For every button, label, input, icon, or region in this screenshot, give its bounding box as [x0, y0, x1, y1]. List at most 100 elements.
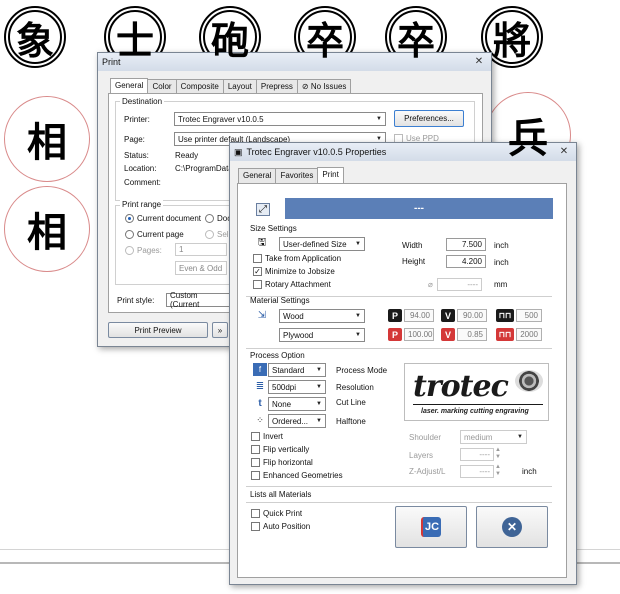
layers-spin-icon[interactable]: ▲ ▼ [495, 447, 501, 461]
power-value-2[interactable]: 100.00 [404, 328, 434, 341]
chess-piece-character: 相 [27, 209, 67, 256]
tab-general[interactable]: General [110, 78, 149, 94]
tab-no-issues-label: No Issues [310, 82, 347, 91]
cutline-label: Cut Line [336, 398, 366, 407]
current-page-radio[interactable] [125, 230, 134, 239]
auto-position-checkbox[interactable] [251, 522, 260, 531]
invert-checkbox[interactable] [251, 432, 260, 441]
halftone-select[interactable]: Ordered... ▼ [268, 414, 326, 428]
printer-select[interactable]: Trotec Engraver v10.0.5 ▼ [174, 112, 386, 126]
diameter-input[interactable]: ---- [437, 278, 482, 291]
chevron-down-icon: ▼ [355, 332, 361, 338]
current-document-label: Current document [137, 214, 202, 223]
layers-label: Layers [409, 451, 434, 460]
shoulder-label: Shoulder [409, 433, 442, 442]
process-option-label: Process Option [250, 351, 305, 360]
zadjust-spin-icon[interactable]: ▲ ▼ [495, 464, 501, 478]
close-icon[interactable]: ✕ [556, 146, 572, 158]
halftone-icon: ⁘ [256, 415, 264, 425]
print-preview-arrow-button[interactable]: » [212, 322, 228, 338]
printer-icon: ▣ [234, 146, 243, 157]
zadjust-unit: inch [522, 467, 537, 476]
pages-radio[interactable] [125, 246, 134, 255]
power-value[interactable]: 94.00 [404, 309, 434, 322]
job-icon: ⤢ [256, 203, 270, 216]
velocity-icon: V [441, 309, 455, 322]
chevron-down-icon: ▼ [316, 384, 322, 390]
quick-print-checkbox[interactable] [251, 509, 260, 518]
frequency-icon-red: ⊓⊓ [496, 328, 514, 341]
cutline-select[interactable]: None ▼ [268, 397, 326, 411]
diameter-unit: mm [494, 280, 508, 289]
enhanced-geometries-label: Enhanced Geometries [263, 471, 343, 480]
process-mode-value: Standard [272, 365, 305, 375]
material-group-value: Wood [283, 311, 304, 321]
velocity-value[interactable]: 90.00 [457, 309, 487, 322]
chess-piece: 象 [4, 6, 66, 68]
no-issues-icon: ⊘ [301, 82, 311, 91]
pages-input[interactable]: 1 [175, 243, 227, 256]
shoulder-value: medium [464, 432, 493, 442]
chevron-down-icon: ▼ [355, 313, 361, 319]
print-preview-button[interactable]: Print Preview [108, 322, 208, 338]
lists-section-top [246, 486, 552, 487]
shoulder-select[interactable]: medium ▼ [460, 430, 527, 444]
material-group-select[interactable]: Wood ▼ [279, 309, 365, 323]
enhanced-geometries-checkbox[interactable] [251, 471, 260, 480]
current-page-label: Current page [137, 230, 184, 239]
selection-radio[interactable] [205, 230, 214, 239]
even-odd-select[interactable]: Even & Odd [175, 261, 227, 275]
layers-input[interactable]: ---- [460, 448, 494, 461]
process-mode-select[interactable]: Standard ▼ [268, 363, 326, 377]
trotec-logo-tagline: laser. marking cutting engraving [421, 408, 529, 415]
flip-horizontal-checkbox[interactable] [251, 458, 260, 467]
tab-print[interactable]: Print [317, 167, 344, 183]
width-unit: inch [494, 241, 509, 250]
cancel-button[interactable]: ✕ [476, 506, 548, 548]
status-value: Ready [175, 151, 199, 160]
current-document-radio[interactable] [125, 214, 134, 223]
comment-label: Comment: [124, 178, 161, 187]
material-settings-label: Material Settings [250, 296, 310, 305]
chevron-down-icon: ▼ [517, 434, 523, 440]
chess-piece-character: 兵 [508, 115, 548, 162]
tab-general[interactable]: General [238, 168, 277, 184]
frequency-value[interactable]: 500 [516, 309, 542, 322]
flip-vertically-checkbox[interactable] [251, 445, 260, 454]
rotary-attachment-checkbox[interactable] [253, 280, 262, 289]
page-label: Page: [124, 135, 145, 144]
chess-piece-character: 卒 [305, 17, 344, 63]
documents-radio[interactable] [205, 214, 214, 223]
job-control-button[interactable]: JC [395, 506, 467, 548]
width-label: Width [402, 241, 423, 250]
width-input[interactable]: 7.500 [446, 238, 486, 251]
arrow-right-icon: » [217, 325, 223, 335]
cutline-value: None [272, 399, 292, 409]
tab-favorites[interactable]: Favorites [275, 168, 319, 184]
size-mode-select[interactable]: User-defined Size ▼ [279, 237, 365, 251]
process-mode-icon: f [253, 363, 267, 376]
minimize-to-jobsize-checkbox[interactable]: ✓ [253, 267, 262, 276]
printer-value: Trotec Engraver v10.0.5 [178, 114, 264, 124]
frequency-value-2[interactable]: 2000 [516, 328, 542, 341]
preferences-button[interactable]: Preferences... [394, 110, 464, 127]
take-from-application-checkbox[interactable] [253, 254, 262, 263]
material-name-select[interactable]: Plywood ▼ [279, 328, 365, 342]
print-range-label: Print range [120, 200, 164, 209]
chevron-down-icon: ▼ [316, 418, 322, 424]
velocity-value-2[interactable]: 0.85 [457, 328, 487, 341]
trotec-logo: trotec laser. marking cutting engraving [404, 363, 549, 421]
job-name-bar: --- [285, 198, 553, 219]
close-icon[interactable]: ✕ [471, 56, 487, 68]
height-input[interactable]: 4.200 [446, 255, 486, 268]
resolution-select[interactable]: 500dpi ▼ [268, 380, 326, 394]
print-style-select[interactable]: Custom (Current [166, 291, 230, 309]
height-unit: inch [494, 258, 509, 267]
auto-position-label: Auto Position [263, 522, 311, 531]
chess-piece: 相 [4, 96, 90, 182]
minimize-to-jobsize-label: Minimize to Jobsize [265, 267, 335, 276]
chevron-down-icon: ▼ [376, 116, 382, 122]
zadjust-input[interactable]: ---- [460, 465, 494, 478]
halftone-label: Halftone [336, 417, 366, 426]
print-style-value: Custom (Current [170, 291, 200, 309]
